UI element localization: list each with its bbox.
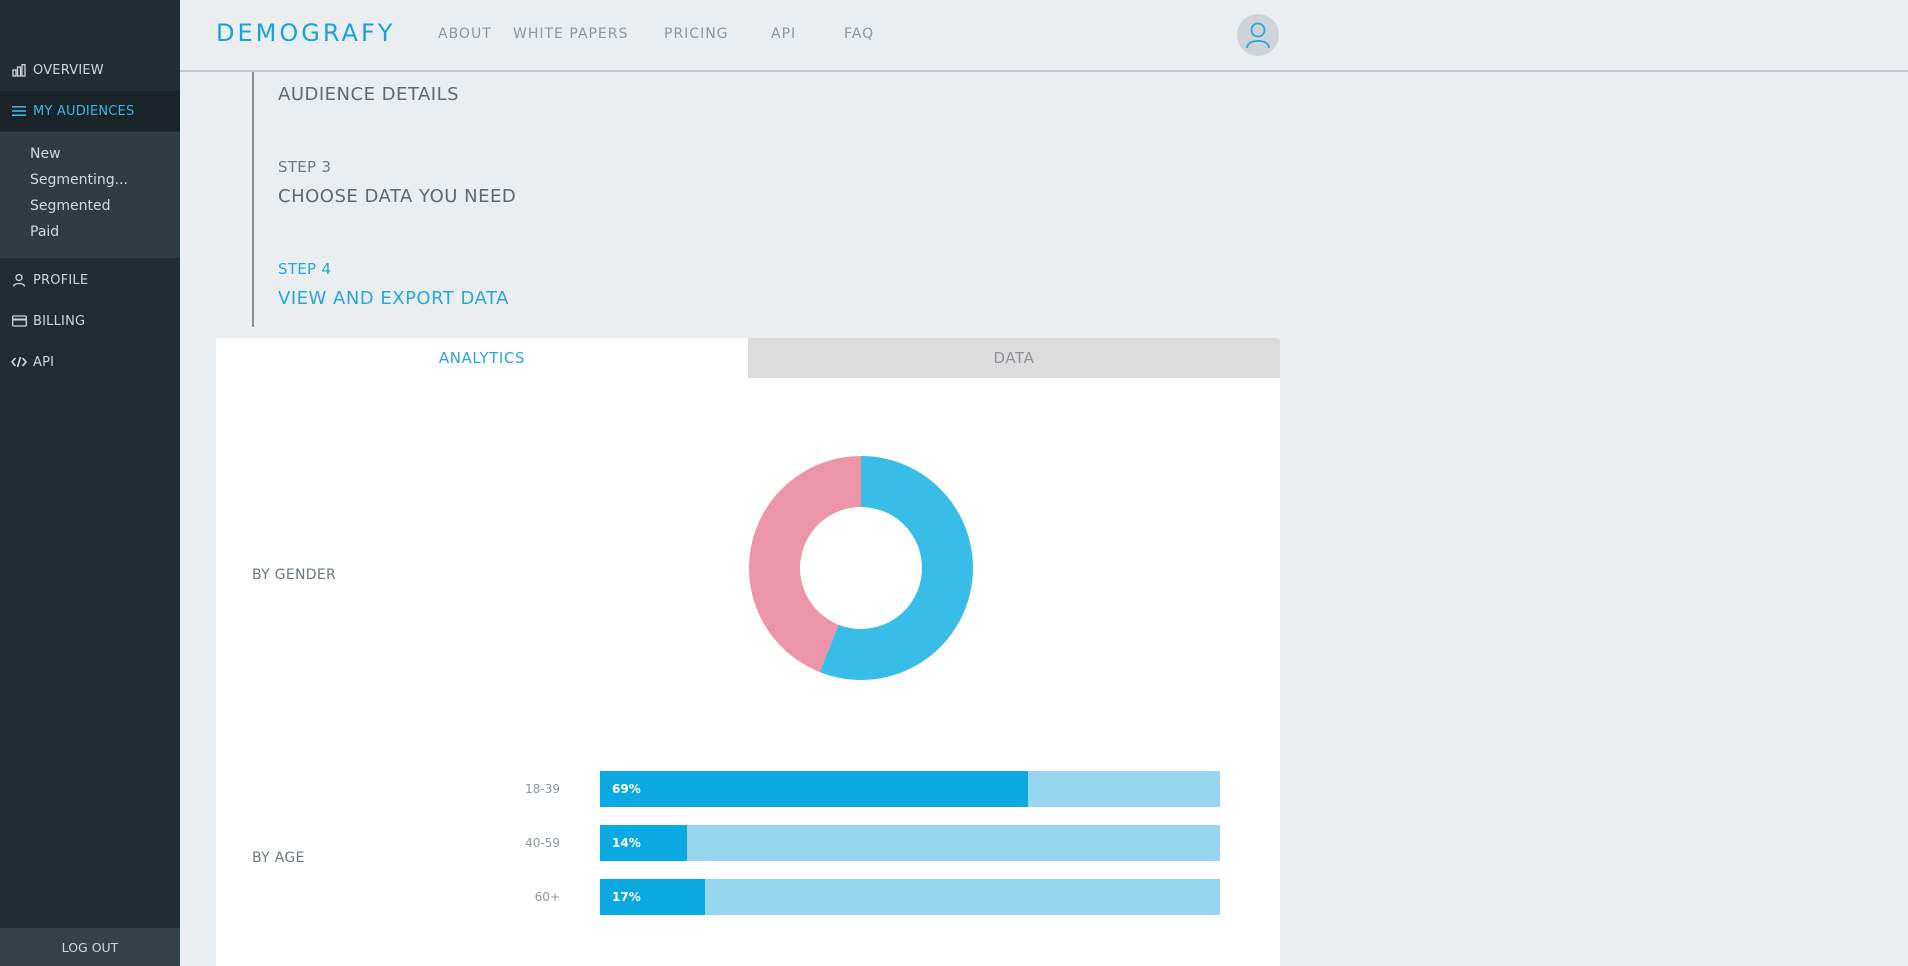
my-audiences-submenu: New Segmenting... Segmented Paid <box>0 132 180 258</box>
avatar[interactable] <box>1237 14 1279 56</box>
logo[interactable]: DEMOGRAFY <box>216 19 395 47</box>
sidebar-item-label: PROFILE <box>33 272 89 288</box>
sidebar-item-label: MY AUDIENCES <box>33 103 135 119</box>
user-icon <box>11 272 27 288</box>
nav-api[interactable]: API <box>771 26 796 42</box>
sidebar-item-label: OVERVIEW <box>33 62 104 78</box>
nav-faq[interactable]: FAQ <box>844 26 874 42</box>
bar-chart-icon <box>11 62 27 78</box>
submenu-item-paid[interactable]: Paid <box>30 224 59 240</box>
sidebar-item-my-audiences[interactable]: MY AUDIENCES <box>0 91 180 131</box>
sidebar: OVERVIEW MY AUDIENCES New Segmenting... … <box>0 0 180 966</box>
age-bar-fill <box>600 771 1028 807</box>
user-avatar-icon <box>1246 22 1270 49</box>
tab-analytics[interactable]: ANALYTICS <box>216 338 748 378</box>
logout-button[interactable]: LOG OUT <box>0 928 180 966</box>
code-icon <box>11 354 27 370</box>
by-age-label: BY AGE <box>252 850 305 866</box>
sidebar-item-label: API <box>33 354 55 370</box>
nav-about[interactable]: ABOUT <box>438 26 492 42</box>
age-bar-track: 14% <box>600 825 1220 861</box>
menu-icon <box>11 103 27 119</box>
sidebar-item-overview[interactable]: OVERVIEW <box>0 50 180 90</box>
step-3-title[interactable]: CHOOSE DATA YOU NEED <box>278 186 516 207</box>
gender-donut-chart <box>748 456 973 680</box>
submenu-item-new[interactable]: New <box>30 146 61 162</box>
analytics-panel: ANALYTICS DATA BY GENDER BY AGE 18-39 69… <box>216 338 1280 966</box>
step-4-title[interactable]: VIEW AND EXPORT DATA <box>278 288 509 309</box>
nav-pricing[interactable]: PRICING <box>664 26 729 42</box>
sidebar-item-api[interactable]: API <box>0 342 180 382</box>
steps-timeline <box>252 72 254 327</box>
age-category-label: 18-39 <box>525 782 560 796</box>
sidebar-item-label: BILLING <box>33 313 86 329</box>
age-category-label: 40-59 <box>525 836 560 850</box>
age-bar-value: 17% <box>612 890 641 904</box>
submenu-item-segmented[interactable]: Segmented <box>30 198 111 214</box>
sidebar-item-profile[interactable]: PROFILE <box>0 260 180 300</box>
step-4-label: STEP 4 <box>278 260 332 278</box>
age-category-label: 60+ <box>534 890 560 904</box>
submenu-item-segmenting[interactable]: Segmenting... <box>30 172 128 188</box>
step-2-title: AUDIENCE DETAILS <box>278 84 460 105</box>
step-3-label: STEP 3 <box>278 158 332 176</box>
age-bar-track: 69% <box>600 771 1220 807</box>
age-bar-value: 69% <box>612 782 641 796</box>
nav-white-papers[interactable]: WHITE PAPERS <box>513 26 628 42</box>
by-gender-label: BY GENDER <box>252 567 337 583</box>
age-bar-value: 14% <box>612 836 641 850</box>
tab-data[interactable]: DATA <box>748 338 1280 378</box>
top-header: DEMOGRAFY ABOUT WHITE PAPERS PRICING API… <box>180 0 1908 72</box>
credit-card-icon <box>11 313 27 329</box>
age-bar-track: 17% <box>600 879 1220 915</box>
sidebar-item-billing[interactable]: BILLING <box>0 301 180 341</box>
